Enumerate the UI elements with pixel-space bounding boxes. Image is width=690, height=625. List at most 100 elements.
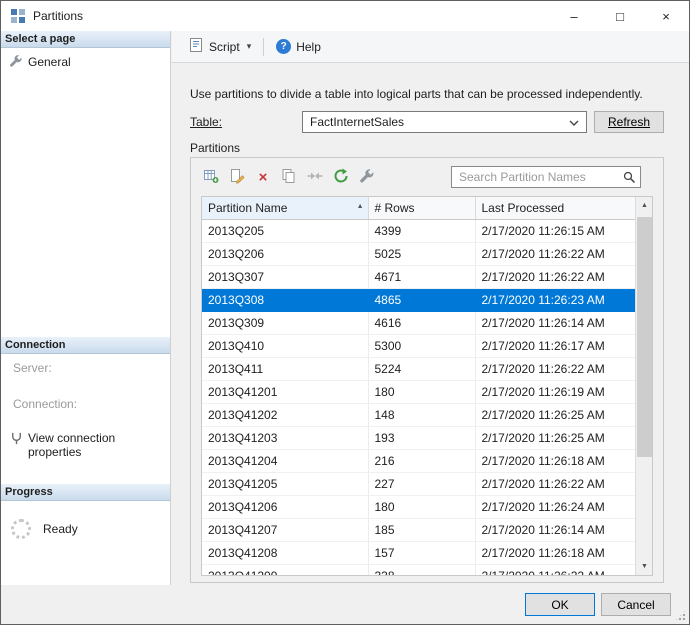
progress-status: Ready [43,522,78,536]
last-processed-cell: 2/17/2020 11:26:22 AM [475,357,635,380]
merge-partitions-button[interactable] [303,166,327,188]
new-partition-button[interactable] [199,166,223,188]
connection-label: Connection: [13,397,77,411]
grid-header-row: Partition Name ▲ # Rows Last Processed [202,197,635,219]
last-processed-cell: 2/17/2020 11:26:14 AM [475,518,635,541]
view-connection-properties-label: View connection properties [28,431,167,459]
server-label: Server: [13,361,52,375]
rows-cell: 216 [368,449,475,472]
partitions-dialog: Partitions – □ × Select a page General C… [0,0,690,625]
partition-row[interactable]: 2013Q30746712/17/2020 11:26:22 AM [202,265,635,288]
minimize-button[interactable]: – [551,1,597,31]
partition-row[interactable]: 2013Q30946162/17/2020 11:26:14 AM [202,311,635,334]
scroll-down-icon[interactable]: ▼ [636,558,653,575]
script-button[interactable]: Script ▾ [182,34,257,59]
partition-row[interactable]: 2013Q412052272/17/2020 11:26:22 AM [202,472,635,495]
partition-row[interactable]: 2013Q20650252/17/2020 11:26:22 AM [202,242,635,265]
delete-partition-button[interactable]: × [251,166,275,188]
partitions-group: × [190,157,664,583]
partition-name-cell: 2013Q309 [202,311,368,334]
copy-partition-button[interactable] [277,166,301,188]
copy-partition-icon [281,168,297,187]
last-processed-cell: 2/17/2020 11:26:19 AM [475,380,635,403]
rows-cell: 157 [368,541,475,564]
last-processed-cell: 2/17/2020 11:26:22 AM [475,564,635,576]
partition-row[interactable]: 2013Q20543992/17/2020 11:26:15 AM [202,219,635,242]
wrench-icon [9,54,23,71]
process-partition-button[interactable] [329,166,353,188]
partition-row[interactable]: 2013Q412021482/17/2020 11:26:25 AM [202,403,635,426]
partition-grid: Partition Name ▲ # Rows Last Processed 2… [201,196,653,576]
table-combobox[interactable]: FactInternetSales [302,111,587,133]
partition-name-cell: 2013Q307 [202,265,368,288]
grid-scrollbar[interactable]: ▲ ▼ [635,197,652,575]
ok-button[interactable]: OK [525,593,595,616]
partition-name-cell: 2013Q41202 [202,403,368,426]
partition-row[interactable]: 2013Q412081572/17/2020 11:26:18 AM [202,541,635,564]
last-processed-cell: 2/17/2020 11:26:22 AM [475,265,635,288]
col-last-processed-label: Last Processed [482,201,565,215]
col-rows[interactable]: # Rows [368,197,475,219]
partition-name-cell: 2013Q41208 [202,541,368,564]
last-processed-cell: 2/17/2020 11:26:15 AM [475,219,635,242]
partition-name-cell: 2013Q205 [202,219,368,242]
close-button[interactable]: × [643,1,689,31]
partition-row[interactable]: 2013Q412011802/17/2020 11:26:19 AM [202,380,635,403]
scroll-up-icon[interactable]: ▲ [636,197,653,214]
partition-name-cell: 2013Q308 [202,288,368,311]
rows-cell: 5025 [368,242,475,265]
titlebar: Partitions – □ × [1,1,689,31]
col-partition-name[interactable]: Partition Name ▲ [202,197,368,219]
partition-settings-button[interactable] [355,166,379,188]
main-toolbar: Script ▾ ? Help [172,31,689,63]
chevron-down-icon[interactable]: ▾ [247,41,252,52]
rows-cell: 180 [368,380,475,403]
resize-grip[interactable] [674,609,687,622]
search-input[interactable] [451,166,641,188]
process-partition-icon [333,168,349,187]
col-last-processed[interactable]: Last Processed [475,197,635,219]
rows-cell: 180 [368,495,475,518]
view-connection-properties-link[interactable]: View connection properties [9,431,167,459]
partition-row[interactable]: 2013Q412031932/17/2020 11:26:25 AM [202,426,635,449]
partition-row[interactable]: 2013Q41152242/17/2020 11:26:22 AM [202,357,635,380]
progress-header: Progress [1,484,170,501]
cancel-button[interactable]: Cancel [601,593,671,616]
partitions-window-icon [10,8,26,24]
partition-row[interactable]: 2013Q412071852/17/2020 11:26:14 AM [202,518,635,541]
last-processed-cell: 2/17/2020 11:26:22 AM [475,242,635,265]
partition-row[interactable]: 2013Q30848652/17/2020 11:26:23 AM [202,288,635,311]
partitions-toolbar: × [199,164,655,190]
last-processed-cell: 2/17/2020 11:26:24 AM [475,495,635,518]
help-icon: ? [276,39,291,54]
last-processed-cell: 2/17/2020 11:26:22 AM [475,472,635,495]
partition-row[interactable]: 2013Q412093382/17/2020 11:26:22 AM [202,564,635,576]
search-icon[interactable] [623,171,636,187]
description-text: Use partitions to divide a table into lo… [190,87,643,101]
partition-row[interactable]: 2013Q412042162/17/2020 11:26:18 AM [202,449,635,472]
connection-header: Connection [1,337,170,354]
maximize-button[interactable]: □ [597,1,643,31]
partitions-group-label: Partitions [190,141,240,155]
partition-name-cell: 2013Q41203 [202,426,368,449]
scrollbar-thumb[interactable] [637,217,652,457]
help-button[interactable]: ? Help [270,36,327,57]
new-partition-icon [203,168,219,187]
partition-row[interactable]: 2013Q41053002/17/2020 11:26:17 AM [202,334,635,357]
refresh-button[interactable]: Refresh [594,111,664,133]
window-title: Partitions [33,9,83,23]
rows-cell: 4616 [368,311,475,334]
partition-name-cell: 2013Q41209 [202,564,368,576]
table-controls-row: Table: FactInternetSales Refresh [190,111,664,133]
edit-partition-button[interactable] [225,166,249,188]
rows-cell: 4865 [368,288,475,311]
last-processed-cell: 2/17/2020 11:26:14 AM [475,311,635,334]
rows-cell: 185 [368,518,475,541]
partition-row[interactable]: 2013Q412061802/17/2020 11:26:24 AM [202,495,635,518]
last-processed-cell: 2/17/2020 11:26:18 AM [475,541,635,564]
rows-cell: 338 [368,564,475,576]
help-button-label: Help [296,40,321,54]
rows-cell: 5224 [368,357,475,380]
last-processed-cell: 2/17/2020 11:26:25 AM [475,403,635,426]
sidebar-item-general[interactable]: General [9,53,71,71]
